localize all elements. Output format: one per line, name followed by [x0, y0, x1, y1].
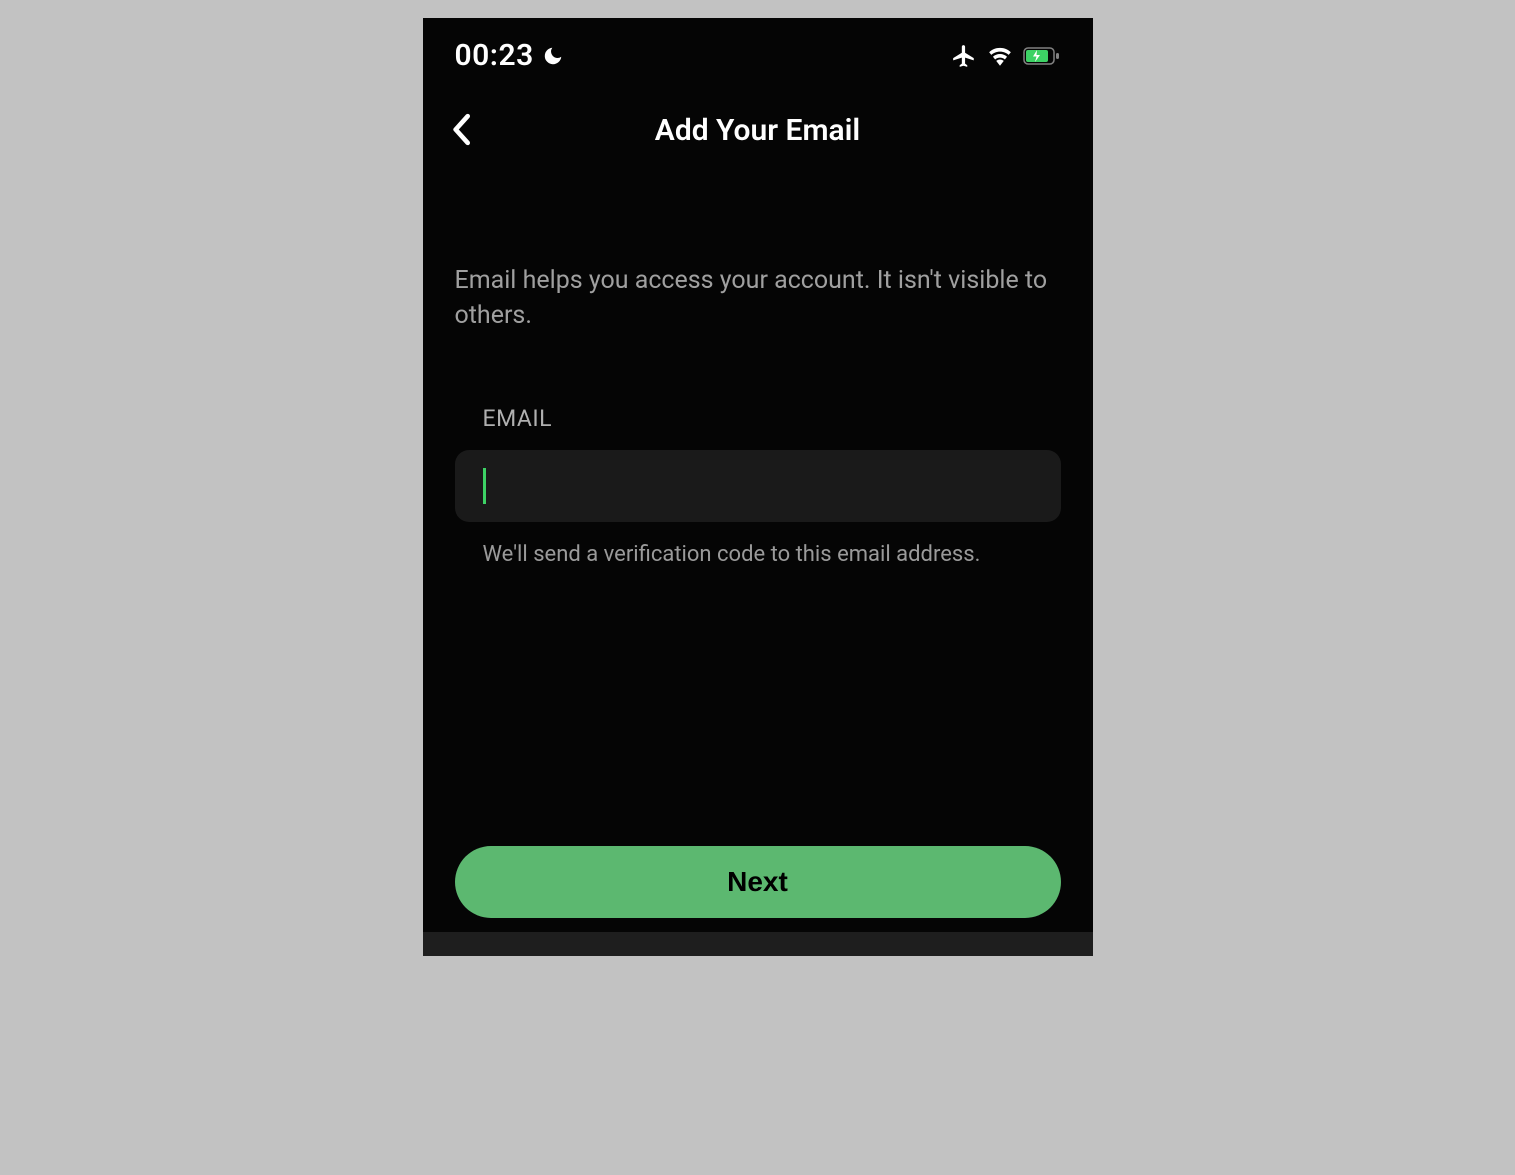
wifi-icon — [987, 46, 1013, 66]
email-input-container[interactable] — [455, 450, 1061, 522]
next-button[interactable]: Next — [455, 846, 1061, 918]
page-title: Add Your Email — [655, 113, 860, 148]
email-label: EMAIL — [483, 405, 1061, 432]
email-field[interactable] — [483, 472, 1033, 500]
status-right — [951, 43, 1061, 69]
status-time: 00:23 — [455, 38, 534, 73]
nav-header: Add Your Email — [423, 93, 1093, 168]
text-cursor — [483, 468, 486, 504]
back-button[interactable] — [447, 109, 475, 152]
helper-text: We'll send a verification code to this e… — [483, 542, 1061, 567]
status-left: 00:23 — [455, 38, 564, 73]
battery-charging-icon — [1023, 47, 1061, 65]
status-bar: 00:23 — [423, 18, 1093, 83]
do-not-disturb-icon — [542, 45, 564, 67]
bottom-bar — [423, 932, 1093, 956]
phone-screen: 00:23 Add Your Email — [423, 18, 1093, 956]
chevron-left-icon — [451, 113, 471, 145]
airplane-mode-icon — [951, 43, 977, 69]
description-text: Email helps you access your account. It … — [455, 263, 1061, 333]
content-area: Email helps you access your account. It … — [423, 168, 1093, 932]
